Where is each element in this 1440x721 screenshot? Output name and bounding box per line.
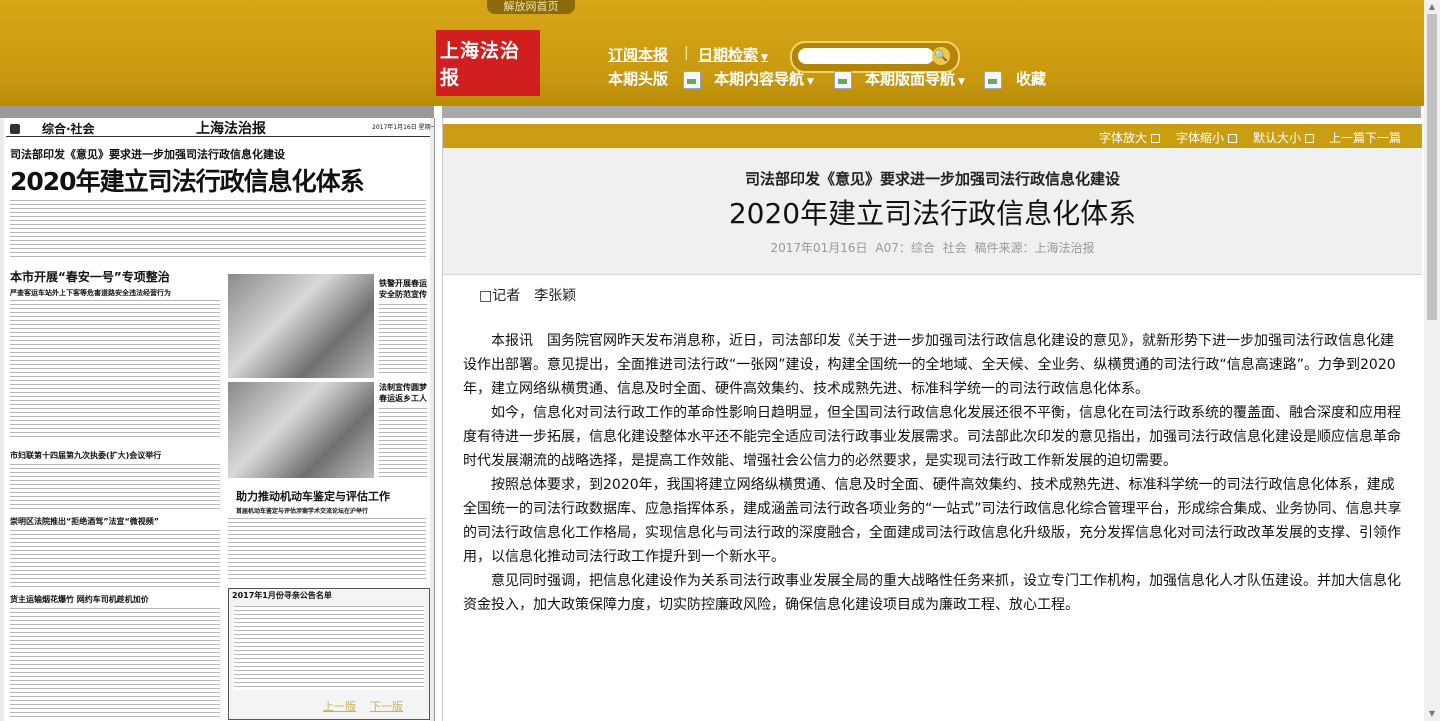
story-headline: 货主运输烟花爆竹 网约车司机趁机加价: [10, 595, 149, 604]
article-body: 本报讯 国务院官网昨天发布消息称，近日，司法部印发《关于进一步加强司法行政信息化…: [463, 329, 1403, 617]
article-subtitle: 司法部印发《意见》要求进一步加强司法行政信息化建设: [744, 170, 1120, 188]
text-columns: [10, 200, 426, 260]
font-smaller-button[interactable]: 字体缩小: [1176, 129, 1238, 146]
nav-separator: |: [684, 45, 689, 61]
layout-nav-link[interactable]: 本期版面导航 ▼: [865, 68, 965, 89]
plus-box-icon: [1151, 134, 1161, 143]
logo-text: 上海法治报: [436, 30, 540, 96]
newspaper-page-image[interactable]: 综合·社会 上海法治报 2017年1月16日 星期一 司法部印发《意见》要求进一…: [0, 118, 435, 721]
headline-sub: 司法部印发《意见》要求进一步加强司法行政信息化建设: [10, 148, 285, 161]
article-date: 2017年01月16日: [770, 241, 868, 255]
font-default-label: 默认大小: [1253, 131, 1302, 145]
article-panel: 字体放大 字体缩小 默认大小 上一篇下一篇 司法部印发《意见》要求进一步加强司法…: [442, 118, 1422, 721]
broken-image-icon: [683, 71, 701, 89]
paper-masthead: 上海法治报: [196, 121, 266, 137]
news-photo: [228, 382, 374, 478]
story-headline: 崇明区法院推出“拒绝酒驾”法宣“微视频”: [10, 517, 160, 526]
section-mark: [10, 124, 20, 134]
front-page-link[interactable]: 本期头版: [608, 68, 668, 89]
article-paragraph: 按照总体要求，到2020年，我国将建立网络纵横贯通、信息及时全面、硬件高效集约、…: [463, 477, 1402, 565]
content-nav-link[interactable]: 本期内容导航 ▼: [714, 68, 814, 89]
text-columns: [228, 518, 426, 580]
article-paragraph: 如今，信息化对司法行政工作的革命性影响日趋明显，但全国司法行政信息化发展还很不平…: [463, 405, 1401, 469]
article-paragraph: 本报讯 国务院官网昨天发布消息称，近日，司法部印发《关于进一步加强司法行政信息化…: [463, 333, 1396, 397]
text-columns: [10, 608, 220, 718]
text-columns: [379, 408, 427, 478]
font-smaller-label: 字体缩小: [1176, 131, 1225, 145]
story-headline: 铁警开展春运安全防范宣传: [379, 279, 427, 299]
chevron-down-icon: ▼: [761, 53, 768, 63]
newspaper-sheet: 综合·社会 上海法治报 2017年1月16日 星期一 司法部印发《意见》要求进一…: [4, 118, 434, 721]
story-headline: 助力推动机动车鉴定与评估工作: [236, 490, 390, 503]
divider-strip-left: [0, 106, 434, 118]
search-input[interactable]: [798, 48, 934, 64]
minus-box-icon: [1228, 134, 1238, 143]
story-headline: 市妇联第十四届第九次执委(扩大)会议举行: [10, 451, 162, 460]
newspaper-logo[interactable]: 上海法治报: [436, 30, 540, 96]
text-columns: [10, 300, 220, 440]
article-source: 稿件来源：上海法治报: [974, 241, 1095, 255]
home-tab[interactable]: 解放网首页: [487, 0, 575, 14]
article-author: □记者 李张颖: [479, 288, 577, 304]
broken-image-icon: [984, 71, 1002, 89]
text-columns: [10, 464, 220, 510]
content-nav-label: 本期内容导航: [714, 70, 805, 88]
broken-image-icon: [834, 71, 852, 89]
story-subheadline: 首届机动车鉴定与评估涉案学术交流论坛在沪举行: [236, 508, 369, 515]
header-rule: [6, 136, 430, 137]
date-search-link[interactable]: 日期检索 ▼: [698, 44, 768, 65]
notice-title: 2017年1月份寻亲公告名单: [232, 591, 332, 600]
article-meta: 2017年01月16日 A07：综合 社会 稿件来源：上海法治报: [443, 239, 1422, 256]
prev-page-link[interactable]: 上一版: [323, 700, 356, 713]
story-headline: 法制宣传圆梦春运返乡工人: [379, 383, 427, 403]
page-pager: 上一版 下一版: [323, 698, 417, 714]
article-header: 司法部印发《意见》要求进一步加强司法行政信息化建设 2020年建立司法行政信息化…: [443, 148, 1422, 275]
article-page: A07：综合 社会: [875, 241, 967, 255]
article-title: 2020年建立司法行政信息化体系: [728, 197, 1137, 230]
layout-nav-label: 本期版面导航: [865, 70, 956, 88]
chevron-down-icon: ▼: [807, 77, 814, 87]
story-headline: 本市开展“春安一号”专项整治: [10, 270, 170, 284]
subscribe-link[interactable]: 订阅本报: [608, 44, 668, 65]
text-columns: [10, 530, 220, 590]
scrollbar-thumb[interactable]: [1427, 14, 1437, 320]
favorite-link[interactable]: 收藏: [1016, 68, 1046, 89]
section-label: 综合·社会: [42, 122, 95, 136]
article-paragraph: 意见同时强调，把信息化建设作为关系司法行政事业发展全局的重大战略性任务来抓，设立…: [463, 573, 1401, 613]
main-headline: 2020年建立司法行政信息化体系: [10, 167, 365, 196]
prev-next-article-link[interactable]: 上一篇下一篇: [1329, 129, 1401, 146]
scroll-down-arrow-icon[interactable]: ▼: [1424, 707, 1440, 721]
news-photo: [228, 274, 374, 378]
search-icon[interactable]: 🔍: [932, 47, 950, 65]
top-header: 解放网首页 上海法治报 订阅本报 | 日期检索 ▼ 🔍 本期头版 本期内容导航 ▼ …: [0, 0, 1424, 106]
next-page-link[interactable]: 下一版: [370, 700, 403, 713]
scroll-up-arrow-icon[interactable]: ▲: [1424, 0, 1440, 14]
font-default-button[interactable]: 默认大小: [1253, 129, 1315, 146]
window-scrollbar[interactable]: ▲ ▼: [1424, 0, 1440, 721]
chevron-down-icon: ▼: [958, 77, 965, 87]
paper-date: 2017年1月16日 星期一: [372, 124, 435, 131]
story-subheadline: 严查客运车站外上下客等危害道路安全违法经营行为: [10, 289, 171, 297]
square-box-icon: [1305, 134, 1315, 143]
divider-strip-right: [442, 106, 1421, 118]
date-search-label: 日期检索: [698, 46, 759, 64]
article-toolbar: 字体放大 字体缩小 默认大小 上一篇下一篇: [443, 124, 1422, 148]
notice-list: [234, 606, 424, 690]
font-bigger-label: 字体放大: [1099, 131, 1148, 145]
font-bigger-button[interactable]: 字体放大: [1099, 129, 1161, 146]
text-columns: [379, 304, 427, 376]
